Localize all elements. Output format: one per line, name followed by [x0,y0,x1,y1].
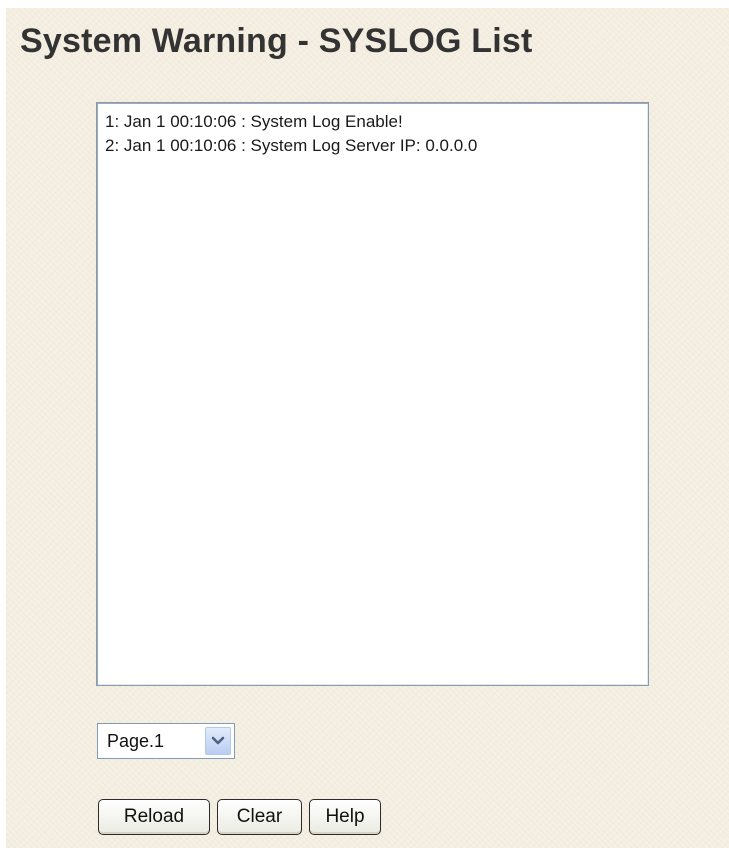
chevron-down-icon[interactable] [205,727,231,755]
action-buttons: Reload Clear Help [98,799,381,835]
clear-button[interactable]: Clear [217,799,302,835]
log-entry[interactable]: 2: Jan 1 00:10:06 : System Log Server IP… [105,134,640,158]
page-select-value: Page.1 [107,730,165,751]
help-button[interactable]: Help [309,799,381,835]
page-select[interactable]: Page.1 [97,723,235,759]
page-title: System Warning - SYSLOG List [20,22,533,60]
log-entry[interactable]: 1: Jan 1 00:10:06 : System Log Enable! [105,110,640,134]
syslog-list[interactable]: 1: Jan 1 00:10:06 : System Log Enable! 2… [96,102,649,686]
reload-button[interactable]: Reload [98,799,210,835]
